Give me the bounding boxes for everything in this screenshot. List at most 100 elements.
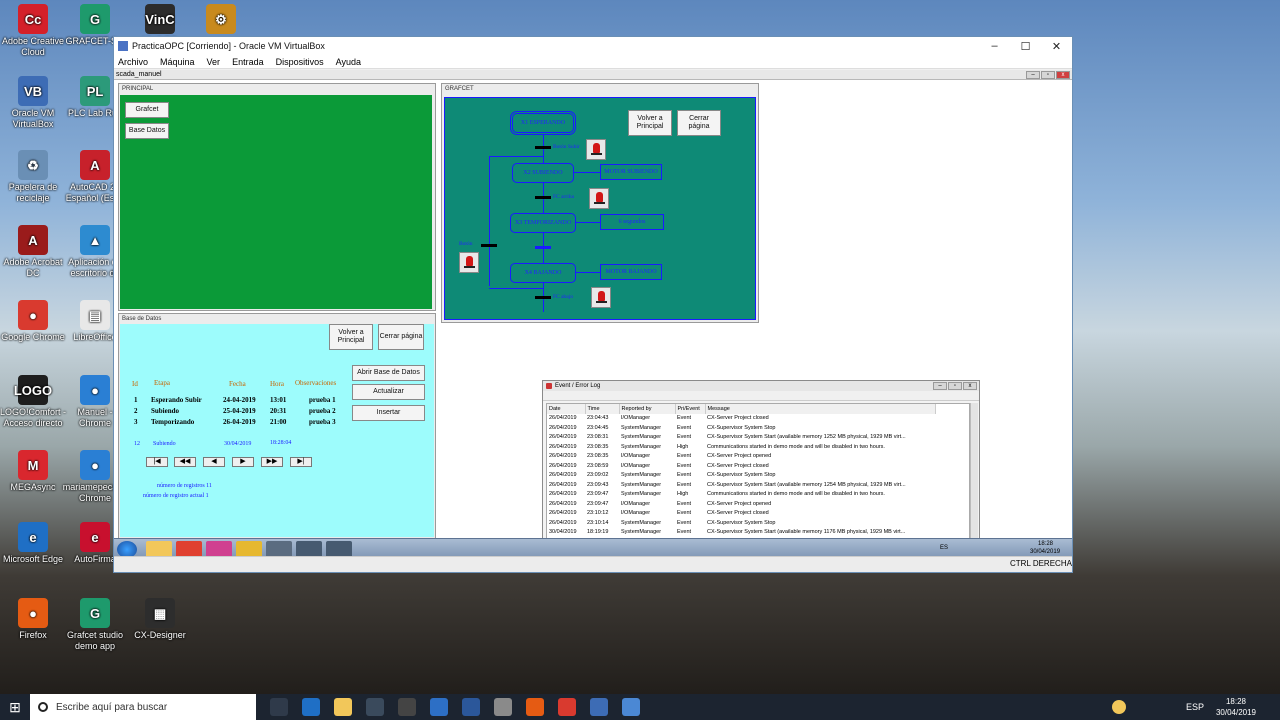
log-row[interactable]: 26/04/2019 23:09:47 I/OManager Event CX-Serv…	[547, 499, 935, 509]
log-column-header[interactable]: Date	[547, 404, 586, 414]
tray-help-icon[interactable]	[1111, 700, 1126, 714]
grafcet-volver-button[interactable]: Volver a Principal	[628, 110, 672, 136]
menu-archivo[interactable]: Archivo	[118, 57, 148, 67]
guest-tray-lang[interactable]: ES	[940, 545, 948, 551]
menu-ayuda[interactable]: Ayuda	[336, 57, 361, 67]
app-99-icon[interactable]	[398, 698, 416, 716]
base-datos-area	[120, 324, 434, 537]
db-cell: Temporizando	[151, 418, 195, 426]
desktop-icon-label: Adobe Creative Cloud	[1, 36, 65, 57]
minimize-button[interactable]: –	[979, 37, 1010, 55]
menu-ver[interactable]: Ver	[207, 57, 221, 67]
desktop-icon-16[interactable]: e Microsoft Edge	[0, 522, 66, 565]
insertar-button[interactable]: Insertar	[352, 405, 425, 421]
menu-dispositivos[interactable]: Dispositivos	[276, 57, 324, 67]
log-row[interactable]: 30/04/2019 18:19:19 SystemManager Event CX-S…	[547, 528, 935, 538]
desktop-icon-8[interactable]: A Adobe Acrobat DC	[0, 225, 66, 279]
transition-fc-abajo	[535, 296, 551, 299]
log-row[interactable]: 26/04/2019 23:08:35 I/OManager Event CX-Serv…	[547, 452, 935, 462]
log-row[interactable]: 26/04/2019 23:08:35 SystemManager High Commu…	[547, 442, 935, 452]
store-icon[interactable]	[366, 698, 384, 716]
db-cell: prueba 3	[309, 418, 336, 426]
task-view-icon[interactable]	[270, 698, 288, 716]
desktop-icon-19[interactable]: G Grafcet studio demo app	[62, 598, 128, 652]
mail-icon[interactable]	[430, 698, 448, 716]
log-row[interactable]: 26/04/2019 23:04:43 I/OManager Event CX-Serv…	[547, 414, 935, 424]
grafcet-return-line	[489, 156, 490, 286]
log-row[interactable]: 26/04/2019 23:09:43 SystemManager Event CX-S…	[547, 480, 935, 490]
menu-entrada[interactable]: Entrada	[232, 57, 264, 67]
log-minimize-button[interactable]: –	[933, 382, 947, 390]
desktop-icon-6[interactable]: ♻ Papelera de reciclaje	[0, 150, 66, 204]
desktop-icon-14[interactable]: M MEGAsync	[0, 450, 66, 493]
nav-first-button[interactable]: |◀	[146, 457, 168, 467]
desktop-icon-3[interactable]: ⚙	[188, 4, 254, 36]
desktop-icon-20[interactable]: ▦ CX-Designer	[127, 598, 193, 641]
log-row[interactable]: 26/04/2019 23:08:59 I/OManager Event CX-Serv…	[547, 461, 935, 471]
tray-lang[interactable]: ESP	[1186, 702, 1204, 712]
nav-prev-button[interactable]: ◀	[203, 457, 225, 467]
log-cell: 26/04/2019	[549, 500, 577, 507]
step-x3: X3 TEMPORIZANDO	[510, 213, 576, 233]
log-close-button[interactable]: x	[963, 382, 977, 390]
close-button[interactable]: ✕	[1041, 37, 1072, 55]
firefox-icon[interactable]	[526, 698, 544, 716]
scada-minimize-button[interactable]: –	[1026, 71, 1040, 79]
grafcet-cerrar-button[interactable]: Cerrar página	[677, 110, 721, 136]
virtualbox-vm-taskbar-icon[interactable]	[622, 698, 640, 716]
switch-boton-bajar[interactable]	[459, 252, 479, 273]
taskbar-search[interactable]: Escribe aquí para buscar	[30, 694, 256, 720]
start-button[interactable]: ⊞	[0, 694, 30, 720]
log-column-header[interactable]: Reported by	[619, 404, 676, 414]
event-log-title-bar[interactable]: Event / Error Log – ▫ x	[543, 381, 979, 391]
nav-next-button[interactable]: ▶	[232, 457, 254, 467]
tray-clock[interactable]: 18:28 30/04/2019	[1216, 696, 1256, 718]
log-cell: High	[677, 491, 689, 498]
log-row[interactable]: 26/04/2019 23:10:14 SystemManager Event CX-S…	[547, 518, 935, 528]
log-row[interactable]: 26/04/2019 23:09:47 SystemManager High Commu…	[547, 490, 935, 500]
header-etapa: Etapa	[154, 379, 170, 387]
log-maximize-button[interactable]: ▫	[948, 382, 962, 390]
virtualbox-taskbar-icon[interactable]	[590, 698, 608, 716]
log-cell: 23:09:47	[587, 491, 609, 498]
desktop-icon-label: Google Chrome	[1, 332, 65, 342]
base-datos-button[interactable]: Base Datos	[125, 123, 169, 139]
log-cell: High	[677, 443, 689, 450]
nav-last-button[interactable]: ▶|	[290, 457, 312, 467]
desktop-icon-18[interactable]: ● Firefox	[0, 598, 66, 641]
desktop-icon-0[interactable]: Cc Adobe Creative Cloud	[0, 4, 66, 58]
base-cerrar-button[interactable]: Cerrar página	[378, 324, 424, 350]
app-icon[interactable]	[494, 698, 512, 716]
word-icon[interactable]	[462, 698, 480, 716]
log-row[interactable]: 26/04/2019 23:09:02 SystemManager Event CX-S…	[547, 471, 935, 481]
maximize-button[interactable]: ☐	[1010, 37, 1041, 55]
chrome-icon[interactable]	[558, 698, 576, 716]
file-explorer-icon[interactable]	[334, 698, 352, 716]
switch-fc-abajo[interactable]	[591, 287, 611, 308]
action-link-2	[576, 222, 600, 223]
scada-close-button[interactable]: x	[1056, 71, 1070, 79]
log-column-header[interactable]: Time	[585, 404, 620, 414]
edge-icon[interactable]	[302, 698, 320, 716]
base-volver-button[interactable]: Volver a Principal	[329, 324, 373, 350]
switch-boton-subir[interactable]	[586, 139, 606, 160]
actualizar-button[interactable]: Actualizar	[352, 384, 425, 400]
log-column-header[interactable]: Pri/Event	[675, 404, 706, 414]
desktop-icon-12[interactable]: LOGO LOGO!Comfort - Acceso directo	[0, 375, 66, 429]
nav-rewind-button[interactable]: ◀◀	[174, 457, 196, 467]
nav-forward-button[interactable]: ▶▶	[261, 457, 283, 467]
menu-maquina[interactable]: Máquina	[160, 57, 195, 67]
grafcet-button[interactable]: Grafcet	[125, 102, 169, 118]
log-cell: 26/04/2019	[549, 453, 577, 460]
desktop-icon-4[interactable]: VB Oracle VM VirtualBox	[0, 76, 66, 130]
log-row[interactable]: 26/04/2019 23:08:31 SystemManager Event CX-S…	[547, 433, 935, 443]
vbox-title-bar[interactable]: PracticaOPC [Corriendo] - Oracle VM Virt…	[114, 37, 1072, 55]
switch-fc-arriba[interactable]	[589, 188, 609, 209]
scada-maximize-button[interactable]: ▫	[1041, 71, 1055, 79]
log-row[interactable]: 26/04/2019 23:04:45 SystemManager Event CX-S…	[547, 423, 935, 433]
log-row[interactable]: 26/04/2019 23:10:12 I/OManager Event CX-Serv…	[547, 509, 935, 519]
log-column-header[interactable]: Message	[705, 404, 936, 414]
abrir-base-button[interactable]: Abrir Base de Datos	[352, 365, 425, 381]
log-cell: 23:09:47	[587, 500, 609, 507]
desktop-icon-10[interactable]: ● Google Chrome	[0, 300, 66, 343]
